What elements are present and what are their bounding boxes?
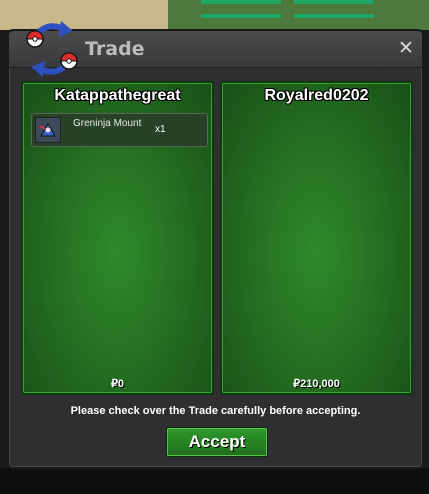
game-world-background-bottom (0, 468, 429, 494)
item-name: Greninja Mount (73, 118, 142, 129)
money-offer-left: ₽0 (110, 378, 125, 390)
player-name-left: Katappathegreat (54, 87, 181, 104)
trade-item-slot[interactable]: Greninja Mount x1 (31, 113, 208, 147)
water-tile (201, 0, 281, 4)
water-tile (294, 0, 374, 4)
trade-notice: Please check over the Trade carefully be… (70, 405, 361, 417)
item-quantity: x1 (155, 124, 166, 135)
player-name-right: Royalred0202 (264, 87, 369, 104)
water-tile (201, 14, 281, 18)
greninja-mount-icon (35, 117, 61, 143)
my-offer-panel: Katappathegreat Greninja Mount x1 ₽0 (21, 81, 214, 395)
trade-swap-icon (26, 21, 78, 77)
water-tile (294, 14, 374, 18)
their-offer-panel: Royalred0202 ₽210,000 (220, 81, 413, 395)
close-icon[interactable]: ✕ (396, 38, 416, 58)
money-offer-right: ₽210,000 (293, 378, 340, 390)
accept-button[interactable]: Accept (166, 427, 268, 457)
window-title: Trade (85, 38, 145, 60)
trade-window: Trade ✕ Katappathegreat Greninja Mount x… (7, 21, 424, 469)
